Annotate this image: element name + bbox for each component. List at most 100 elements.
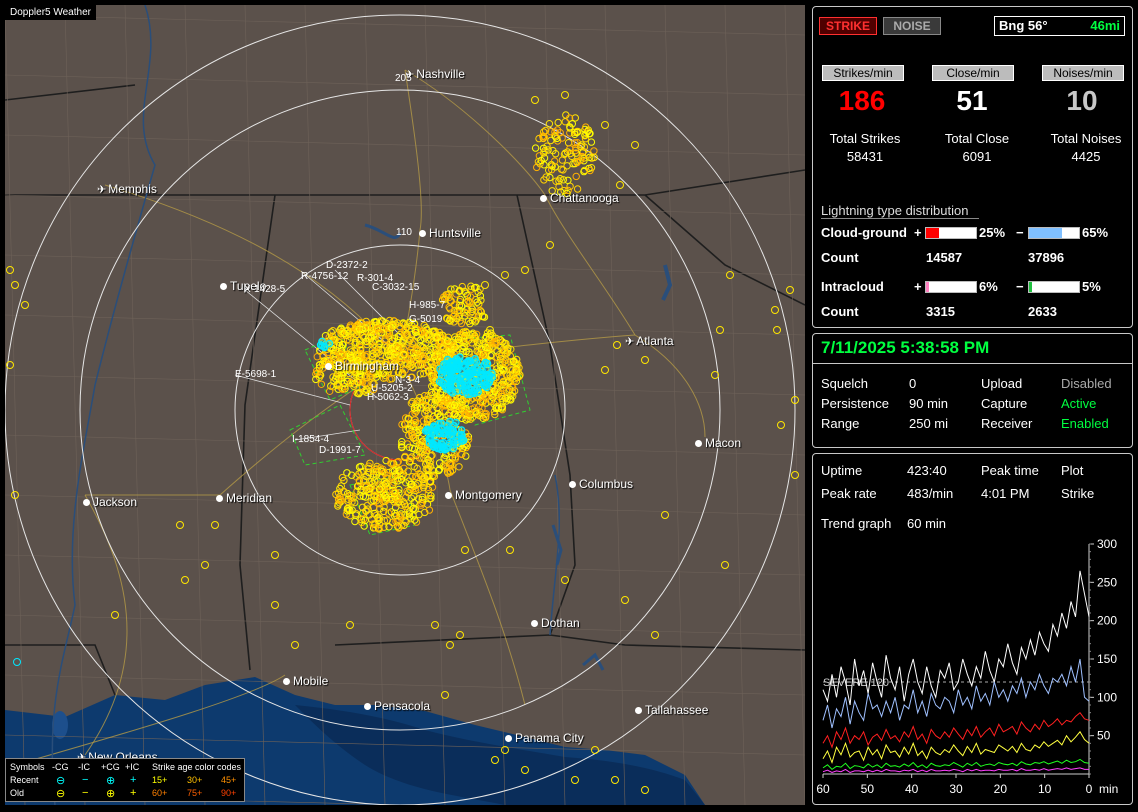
close-per-min-button[interactable]: Close/min <box>932 65 1014 81</box>
city-dot-icon <box>695 440 702 448</box>
legend-recent-ic-pos-icon: + <box>130 774 137 786</box>
total-close-label: Total Close <box>944 131 1010 146</box>
recent-strike-icon <box>437 372 446 381</box>
recent-strike-icon <box>471 354 479 363</box>
datetime-display: 7/11/2025 5:38:58 PM <box>821 338 990 357</box>
receiver-value: Enabled <box>1061 416 1109 431</box>
scattered-strike-icon <box>501 271 509 279</box>
cg-plus-sign: + <box>914 225 922 240</box>
recent-strike-icon <box>452 356 461 365</box>
y-tick-label: 200 <box>1097 614 1117 628</box>
strikes-per-min-value: 186 <box>838 85 886 116</box>
y-tick-label: 100 <box>1097 690 1117 704</box>
noises-per-min-button[interactable]: Noises/min <box>1042 65 1124 81</box>
scattered-strike-icon <box>613 341 621 349</box>
lightning-strike-icon <box>455 463 463 471</box>
range-label: Range <box>821 416 860 431</box>
storm-cell-label[interactable]: E-5698-1 <box>235 369 276 380</box>
recent-strike-icon <box>474 378 483 387</box>
storm-cell-label[interactable]: I-1854-4 <box>292 434 329 445</box>
recent-strike-icon <box>431 423 440 432</box>
city-name: Panama City <box>515 731 584 745</box>
city-name: Huntsville <box>429 226 482 240</box>
city-name: Pensacola <box>374 699 431 713</box>
legend-age-75: 75+ <box>187 788 203 798</box>
scattered-strike-icon <box>641 356 649 364</box>
legend-col-ic-neg: -IC <box>78 762 90 772</box>
city-label: Montgomery <box>445 488 522 502</box>
ic-count-label: Count <box>821 304 859 319</box>
scattered-strike-icon <box>481 281 489 289</box>
y-tick-label: 250 <box>1097 575 1117 589</box>
scattered-strike-icon <box>546 241 554 249</box>
city-dot-icon <box>419 230 426 238</box>
county-line-v6 <box>364 5 386 805</box>
trend-panel: Uptime 423:40 Peak time Plot Peak rate 4… <box>812 453 1133 805</box>
legend-old-ic-neg-icon: − <box>82 787 89 799</box>
storm-cell-label[interactable]: H-985-7 <box>409 300 445 311</box>
ic-negative-count: 2633 <box>1028 304 1057 319</box>
trend-series-line-1 <box>822 658 1090 729</box>
map-graphics <box>5 5 805 805</box>
noises-per-min-value: 10 <box>1066 85 1098 116</box>
peak-rate-value: 483/min <box>907 486 954 501</box>
total-noises-value: 4425 <box>1071 149 1101 164</box>
ic-plus-sign: + <box>914 279 922 294</box>
legend-age-45: 45+ <box>221 775 237 785</box>
storm-cell-label[interactable]: G-5019 <box>409 314 442 325</box>
county-line-v1 <box>64 5 86 805</box>
storm-cell-label[interactable]: C-3032-15 <box>372 282 419 293</box>
mississippi-river <box>51 5 156 805</box>
lake-seminole <box>582 652 605 671</box>
county-line-h0 <box>5 14 805 36</box>
legend-col-ic-pos: +IC <box>125 762 140 772</box>
city-dot-icon <box>364 703 371 711</box>
storm-cell-label[interactable]: H-5062-3 <box>367 392 409 403</box>
legend-recent-cg-pos-icon: ⊕ <box>106 775 116 787</box>
city-dot-icon <box>216 495 223 503</box>
scattered-strike-icon <box>711 371 719 379</box>
county-line-h10 <box>5 614 805 636</box>
county-line-h11 <box>5 674 805 696</box>
recent-strike-icon <box>443 355 452 364</box>
storm-cell-label[interactable]: R-4756-12 <box>301 271 348 282</box>
distribution-divider <box>821 218 979 219</box>
state-border-5 <box>5 84 136 101</box>
persistence-value: 90 min <box>909 396 949 411</box>
storm-cell-label[interactable]: D-2372-2 <box>326 260 368 271</box>
radar-map[interactable]: Doppler5 Weather ✈ Nashville ✈ Memphis Chatt… <box>5 5 805 805</box>
cg-positive-bar <box>925 227 977 239</box>
lightning-strike-icon <box>317 380 326 388</box>
city-label: ✈ Memphis <box>97 182 157 196</box>
noise-button[interactable]: NOISE <box>883 17 941 35</box>
app-title: Doppler5 Weather <box>5 5 96 20</box>
recent-strike-icon <box>468 367 477 376</box>
scattered-strike-icon <box>601 121 609 129</box>
strikes-per-min-button[interactable]: Strikes/min <box>822 65 904 81</box>
recent-strike-icon <box>437 379 446 387</box>
legend-age-60: 60+ <box>152 788 168 798</box>
ic-negative-pct: 5% <box>1082 279 1101 294</box>
scattered-strike-icon <box>721 561 729 569</box>
legend-recent-label: Recent <box>10 775 39 785</box>
city-name: Nashville <box>416 67 465 81</box>
highway-road-5 <box>634 334 706 438</box>
ic-negative-bar <box>1028 281 1080 293</box>
scattered-strike-icon <box>791 471 799 479</box>
city-label: Macon <box>695 436 741 450</box>
city-dot-icon <box>445 492 452 500</box>
city-label: ✈ Atlanta <box>625 334 674 348</box>
bearing-value: Bng 56° <box>999 18 1048 33</box>
range-value: 250 mi <box>909 416 949 431</box>
storm-cell-label[interactable]: D-1991-7 <box>319 445 361 456</box>
strike-button[interactable]: STRIKE <box>819 17 877 35</box>
range-ring-3 <box>5 14 796 805</box>
highway-road-9 <box>404 69 546 196</box>
county-line-v3 <box>184 5 206 805</box>
city-dot-icon <box>325 363 332 371</box>
y-tick-label: 300 <box>1097 538 1117 551</box>
city-label: Mobile <box>283 674 328 688</box>
recent-strike-icon <box>446 387 455 396</box>
storm-cell-label[interactable]: X-1428-5 <box>244 284 285 295</box>
capture-value: Active <box>1061 396 1097 411</box>
